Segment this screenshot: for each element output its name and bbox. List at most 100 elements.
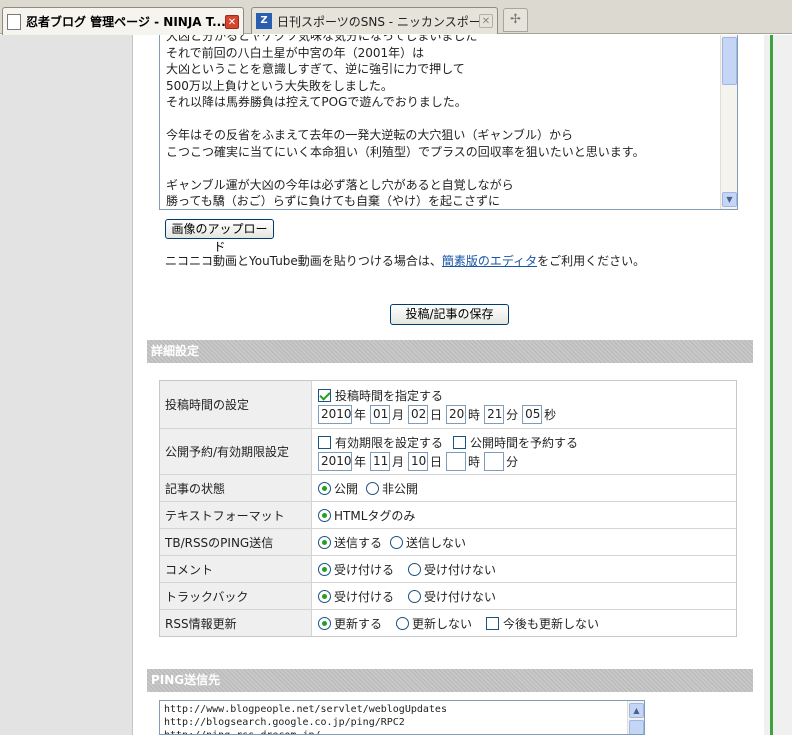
row-label: TB/RSSのPING送信 [160, 529, 312, 555]
body-line: 大凶ということを意識しすぎて、逆に強引に力で押して [166, 62, 465, 76]
body-line: ギャンブル運が大凶の今年は必ず落とし穴があると自覚しながら [166, 177, 514, 192]
trackback-accept-radio[interactable] [318, 589, 331, 603]
tab-ninja-admin[interactable]: 忍者ブログ 管理ページ - NINJA T... ✕ [2, 7, 244, 35]
checkbox-label: 有効期限を設定する [335, 435, 444, 450]
comment-reject-radio[interactable] [408, 562, 422, 576]
tab-title: 忍者ブログ 管理ページ - NINJA T... [26, 15, 225, 29]
radio-label: 受け付けない [424, 589, 497, 604]
radio-label: 受け付ける [334, 589, 395, 604]
body-line: 慎重に行きたいと思います。 [166, 210, 721, 211]
rss-update-radio[interactable] [318, 616, 331, 630]
html-only-radio[interactable] [318, 508, 331, 522]
unit-minute: 分 [506, 407, 519, 422]
radio-label: HTMLタグのみ [334, 508, 416, 523]
editor-note: ニコニコ動画とYouTube動画を貼りつける場合は、簡素版のエディタをご利用くだ… [165, 252, 645, 269]
unit-hour: 時 [468, 454, 481, 469]
year-input[interactable]: 2010 [318, 451, 352, 471]
row-label: 記事の状態 [160, 475, 312, 501]
scroll-down-icon[interactable]: ▼ [722, 192, 737, 207]
vertical-scrollbar[interactable]: ▼ [720, 35, 737, 209]
site-favicon-icon: Z [256, 13, 272, 29]
save-post-button[interactable]: 投稿/記事の保存 [390, 304, 509, 325]
new-tab-button[interactable]: ✢ [503, 8, 528, 32]
body-line: こつこつ確実に当てにいく本命狙い（利殖型）でプラスの回収率を狙いたいと思います。 [166, 144, 645, 159]
note-text-end: をご利用ください。 [537, 254, 646, 268]
body-line: 勝っても驕（おご）らずに負けても自棄（やけ）を起こさずに [166, 194, 500, 208]
row-ping: TB/RSSのPING送信 送信する 送信しない [160, 529, 736, 556]
ping-nosend-radio[interactable] [390, 535, 404, 549]
row-trackback: トラックバック 受け付ける 受け付けない [160, 583, 736, 610]
month-input[interactable]: 11 [370, 451, 391, 471]
page-icon [7, 13, 21, 30]
note-text: ニコニコ動画とYouTube動画を貼りつける場合は、 [165, 254, 442, 268]
radio-label: 更新しない [412, 616, 473, 631]
rss-noupdate-radio[interactable] [396, 616, 410, 630]
row-rss: RSS情報更新 更新する 更新しない 今後も更新しない [160, 610, 736, 636]
tab-nikkan-sns[interactable]: Z 日刊スポーツのSNS - ニッカンスポーツ・... ✕ [251, 7, 498, 34]
row-comment: コメント 受け付ける 受け付けない [160, 556, 736, 583]
rss-never-checkbox[interactable] [486, 616, 500, 630]
scrollbar-thumb[interactable] [722, 37, 737, 85]
body-textarea[interactable]: 大凶と分かるとヤケクソ気味な気分になってしまいましたそれで前回の八白土星が中宮の… [159, 35, 738, 210]
hour-input[interactable] [446, 451, 467, 471]
row-label: テキストフォーマット [160, 502, 312, 528]
month-input[interactable]: 01 [370, 404, 391, 424]
checkbox-label: 投稿時間を指定する [335, 388, 444, 403]
minute-input[interactable]: 21 [484, 404, 505, 424]
row-label: トラックバック [160, 583, 312, 609]
radio-label: 送信しない [406, 535, 467, 550]
radio-label: 非公開 [382, 481, 419, 496]
right-margin [764, 35, 792, 735]
scrollbar-thumb[interactable] [629, 720, 644, 734]
body-line: 大凶と分かるとヤケクソ気味な気分になってしまいました [166, 35, 478, 43]
page-border [770, 35, 773, 735]
unit-second: 秒 [544, 407, 557, 422]
settings-table: 投稿時間の設定 投稿時間を指定する 2010 年 01 月 02 日 20 時 21 分 … [159, 380, 737, 637]
radio-label: 受け付けない [424, 562, 497, 577]
close-icon[interactable]: ✕ [479, 14, 493, 28]
vertical-scrollbar[interactable]: ▲ [627, 701, 644, 734]
unit-day: 日 [430, 407, 443, 422]
row-format: テキストフォーマット HTMLタグのみ [160, 502, 736, 529]
post-time-checkbox[interactable] [318, 388, 331, 402]
private-radio[interactable] [366, 481, 380, 495]
body-line: 500万以上負けという大失敗をしました。 [166, 78, 393, 93]
reserve-checkbox[interactable] [453, 435, 467, 449]
unit-day: 日 [430, 454, 443, 469]
row-label: 投稿時間の設定 [160, 381, 312, 428]
checkbox-label: 公開時間を予約する [470, 435, 579, 450]
unit-year: 年 [354, 454, 367, 469]
unit-minute: 分 [506, 454, 519, 469]
second-input[interactable]: 05 [522, 404, 543, 424]
ping-url-line: http://blogsearch.google.co.jp/ping/RPC2 [164, 717, 405, 728]
hour-input[interactable]: 20 [446, 404, 467, 424]
scroll-up-icon[interactable]: ▲ [629, 703, 644, 718]
unit-month: 月 [392, 407, 405, 422]
upload-image-button[interactable]: 画像のアップロード [165, 219, 274, 254]
simple-editor-link[interactable]: 簡素版のエディタ [442, 254, 537, 268]
left-sidebar [0, 35, 133, 735]
body-line: それで前回の八白土星が中宮の年（2001年）は [166, 45, 425, 60]
radio-label: 受け付ける [334, 562, 395, 577]
browser-tab-bar: 忍者ブログ 管理ページ - NINJA T... ✕ Z 日刊スポーツのSNS … [0, 0, 792, 35]
day-input[interactable]: 02 [408, 404, 429, 424]
checkbox-label: 今後も更新しない [503, 616, 600, 631]
day-input[interactable]: 10 [408, 451, 429, 471]
ping-urls-textarea[interactable]: http://www.blogpeople.net/servlet/weblog… [159, 700, 645, 735]
body-line [166, 160, 721, 177]
row-label: 公開予約/有効期限設定 [160, 429, 312, 474]
trackback-reject-radio[interactable] [408, 589, 422, 603]
comment-accept-radio[interactable] [318, 562, 331, 576]
row-label: コメント [160, 556, 312, 582]
expire-checkbox[interactable] [318, 435, 331, 449]
body-line [166, 111, 721, 128]
ping-send-radio[interactable] [318, 535, 331, 549]
radio-label: 送信する [334, 535, 383, 550]
year-input[interactable]: 2010 [318, 404, 352, 424]
minute-input[interactable] [484, 451, 505, 471]
close-icon[interactable]: ✕ [225, 14, 239, 29]
public-radio[interactable] [318, 481, 331, 495]
body-line: 今年はその反省をふまえて去年の一発大逆転の大穴狙い（ギャンブル）から [166, 128, 574, 142]
unit-hour: 時 [468, 407, 481, 422]
body-line: それ以降は馬券勝負は控えてPOGで遊んでおりました。 [166, 95, 467, 109]
